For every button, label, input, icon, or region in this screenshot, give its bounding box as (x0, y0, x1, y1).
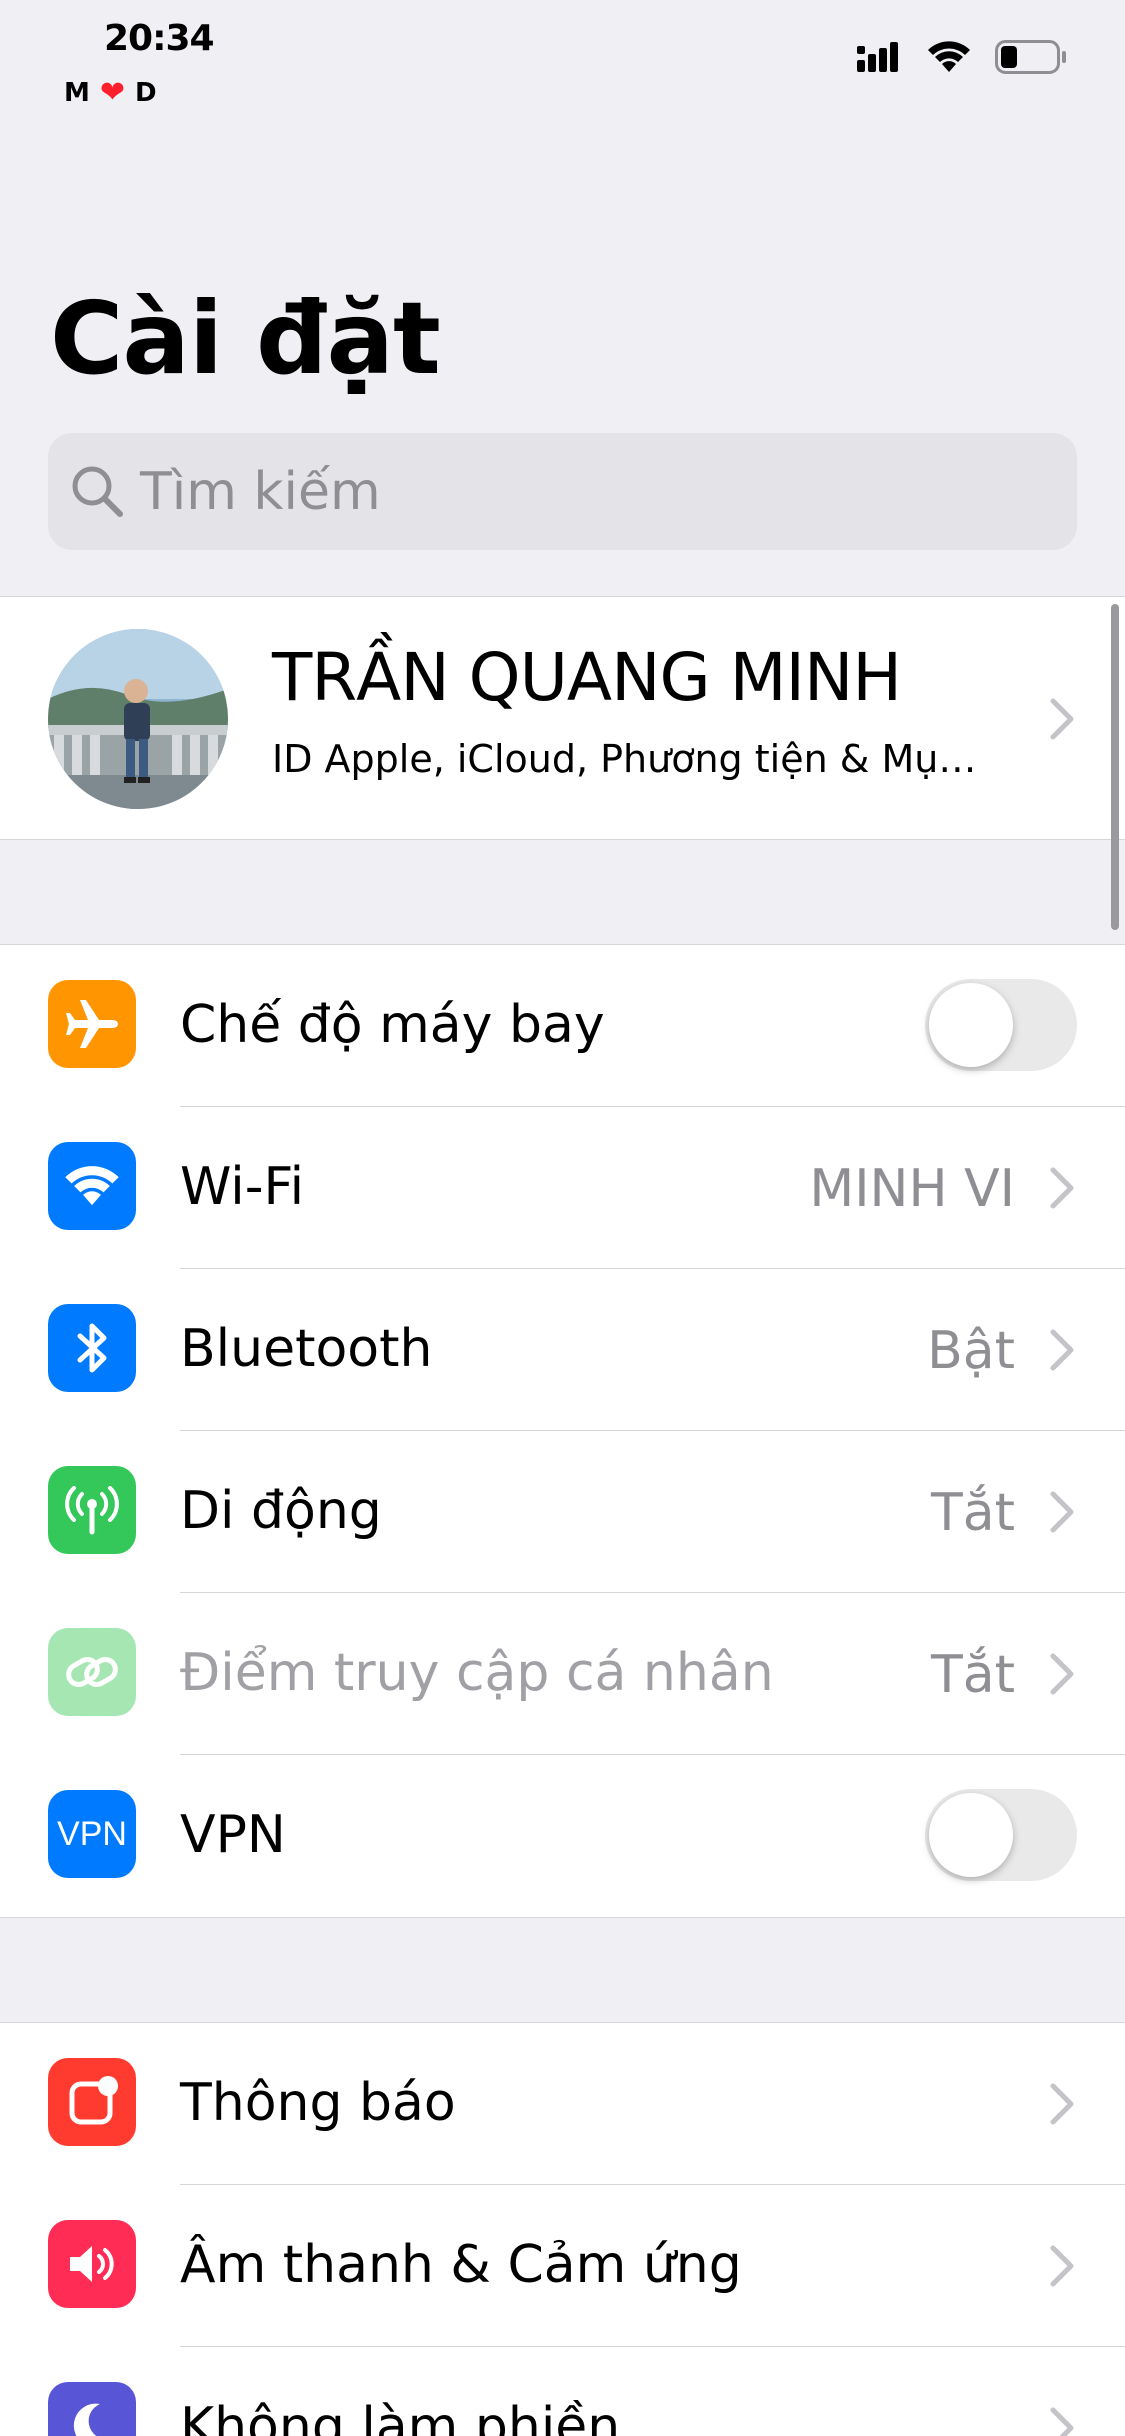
settings-row-do-not-disturb[interactable]: Không làm phiền (0, 2347, 1125, 2436)
row-label: Thông báo (180, 2073, 456, 2133)
chevron-right-icon (1050, 1491, 1074, 1533)
settings-row-wifi[interactable]: Wi-Fi MINH VI (0, 1107, 1125, 1269)
hotspot-icon (48, 1628, 136, 1716)
antenna-icon (48, 1466, 136, 1554)
chevron-right-icon (1050, 1167, 1074, 1209)
battery-icon (995, 40, 1066, 74)
page-title: Cài đặt (50, 280, 441, 397)
status-carrier: M ❤ D (64, 75, 157, 110)
row-value: Bật (927, 1321, 1015, 1381)
row-label: VPN (180, 1805, 286, 1865)
row-label: Di động (180, 1481, 382, 1541)
row-label: Bluetooth (180, 1319, 433, 1379)
airplane-icon (48, 980, 136, 1068)
row-value: Tắt (930, 1645, 1015, 1705)
row-value: Tắt (930, 1483, 1015, 1543)
settings-row-sounds-haptics[interactable]: Âm thanh & Cảm ứng (0, 2185, 1125, 2347)
general-group: Thông báo Âm thanh & Cảm ứng Không làm p… (0, 2022, 1125, 2436)
speaker-icon (48, 2220, 136, 2308)
chevron-right-icon (1050, 2083, 1074, 2125)
profile-name: TRẦN QUANG MINH (272, 639, 902, 716)
carrier-right: D (135, 78, 157, 108)
chevron-right-icon (1050, 2245, 1074, 2287)
settings-row-notifications[interactable]: Thông báo (0, 2023, 1125, 2185)
row-label: Chế độ máy bay (180, 995, 605, 1055)
carrier-left: M (64, 78, 90, 108)
status-time: 20:34 (104, 18, 215, 59)
row-label: Điểm truy cập cá nhân (180, 1643, 774, 1703)
apple-id-profile-row[interactable]: TRẦN QUANG MINH ID Apple, iCloud, Phương… (0, 596, 1125, 840)
wifi-icon (48, 1142, 136, 1230)
bluetooth-icon (48, 1304, 136, 1392)
row-value: MINH VI (809, 1159, 1015, 1219)
notifications-icon (48, 2058, 136, 2146)
chevron-right-icon (1050, 698, 1074, 740)
chevron-right-icon (1050, 1653, 1074, 1695)
avatar (48, 629, 228, 809)
settings-row-cellular[interactable]: Di động Tắt (0, 1431, 1125, 1593)
vpn-icon: VPN (48, 1790, 136, 1878)
settings-row-bluetooth[interactable]: Bluetooth Bật (0, 1269, 1125, 1431)
search-icon (72, 466, 123, 517)
vpn-icon-text: VPN (57, 1814, 127, 1853)
toggle-knob (929, 983, 1013, 1067)
search-placeholder: Tìm kiếm (140, 461, 381, 522)
settings-row-personal-hotspot[interactable]: Điểm truy cập cá nhân Tắt (0, 1593, 1125, 1755)
settings-screen: 20:34 M ❤ D Cài đặt Tìm kiếm TRẦN QUANG … (0, 0, 1125, 2436)
settings-row-airplane-mode[interactable]: Chế độ máy bay (0, 945, 1125, 1107)
connectivity-group: Chế độ máy bay Wi-Fi MINH VI Bluetooth B… (0, 944, 1125, 1918)
cellular-signal-icon (857, 42, 898, 72)
settings-row-vpn[interactable]: VPN VPN (0, 1755, 1125, 1917)
status-indicators (857, 40, 1067, 74)
heart-icon: ❤ (99, 75, 126, 110)
vpn-toggle[interactable] (925, 1789, 1077, 1881)
chevron-right-icon (1050, 2407, 1074, 2436)
toggle-knob (929, 1793, 1013, 1877)
chevron-right-icon (1050, 1329, 1074, 1371)
moon-icon (48, 2382, 136, 2436)
search-field[interactable]: Tìm kiếm (48, 433, 1077, 550)
row-label: Wi-Fi (180, 1157, 305, 1217)
row-label: Âm thanh & Cảm ứng (180, 2235, 742, 2295)
profile-subtitle: ID Apple, iCloud, Phương tiện & Mục... (272, 737, 992, 781)
scrollbar[interactable] (1111, 604, 1119, 930)
row-label: Không làm phiền (180, 2397, 621, 2436)
wifi-status-icon (928, 41, 970, 72)
airplane-mode-toggle[interactable] (925, 979, 1077, 1071)
